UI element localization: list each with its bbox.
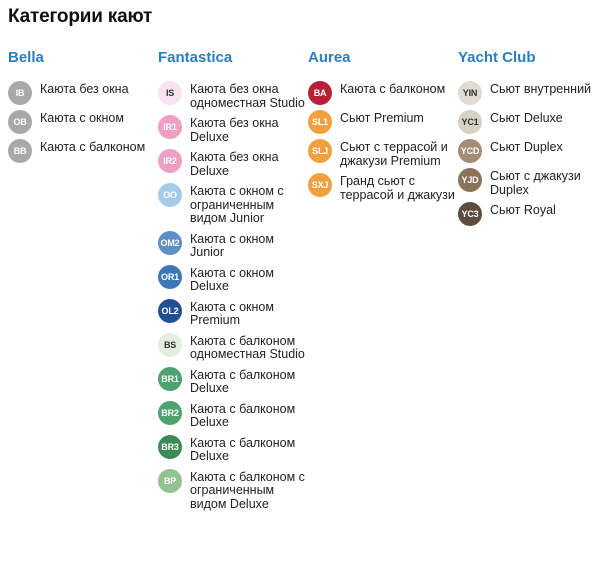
cabin-list: IS Каюта без окна одноместная Studio IR1 Ка… xyxy=(158,81,306,518)
cabin-category-item: BA Каюта с балконом xyxy=(308,81,456,105)
cabin-category-item: OR1 Каюта с окном Deluxe xyxy=(158,264,306,294)
category-code-badge: OR1 xyxy=(158,264,182,289)
category-label: Каюта с окном Premium xyxy=(190,299,274,327)
cabin-category-item: BR3 Каюта с балконом Deluxe xyxy=(158,434,306,464)
cabin-categories-panel: Категории кают Bella IB Каюта без окна OB К… xyxy=(0,0,604,580)
category-code-badge: BR2 xyxy=(158,400,182,425)
category-label: Каюта с окном с ограниченным видом Junio… xyxy=(190,184,284,225)
category-code-badge: BA xyxy=(308,81,332,105)
category-label: Каюта с балконом с ограниченным видом De… xyxy=(190,469,305,511)
category-code-badge: YJD xyxy=(458,168,482,192)
column-heading: Aurea xyxy=(308,49,351,66)
category-code-badge: BR1 xyxy=(158,366,182,391)
category-label: Сьют внутренний xyxy=(490,82,592,96)
category-label: Сьют Deluxe xyxy=(490,111,563,125)
cabin-category-item: BR1 Каюта с балконом Deluxe xyxy=(158,366,306,396)
category-label: Каюта с окном Junior xyxy=(190,231,274,259)
category-code-badge: YC3 xyxy=(458,202,482,226)
cabin-category-item: SXJ Гранд сьют с террасой и джакузи xyxy=(308,173,456,202)
category-code-badge: YC1 xyxy=(458,110,482,134)
cabin-category-item: OL2 Каюта с окном Premium xyxy=(158,298,306,328)
category-label: Сьют Premium xyxy=(340,111,424,125)
category-code-badge: YIN xyxy=(458,81,482,105)
category-label: Сьют с террасой и джакузи Premium xyxy=(340,140,448,168)
cabin-category-item: SL1 Сьют Premium xyxy=(308,110,456,134)
cabin-category-item: YC1 Сьют Deluxe xyxy=(458,110,604,134)
category-code-badge: BR3 xyxy=(158,434,182,459)
column-heading: Yacht Club xyxy=(458,49,536,66)
category-label: Каюта с балконом xyxy=(40,140,146,154)
category-code-badge: SLJ xyxy=(308,139,332,163)
category-code-badge: OM2 xyxy=(158,230,182,255)
cabin-category-item: OO Каюта с окном с ограниченным видом Jun… xyxy=(158,183,306,226)
category-label: Каюта без окна одноместная Studio xyxy=(190,82,305,110)
category-code-badge: BS xyxy=(158,332,182,357)
cabin-list: IB Каюта без окна OB Каюта с окном BB Каюта с… xyxy=(8,81,156,170)
column-fantastica: Fantastica IS Каюта без окна одноместная … xyxy=(158,48,306,518)
category-label: Каюта с балконом Deluxe xyxy=(190,367,296,395)
cabin-category-item: BP Каюта с балконом с ограниченным видом … xyxy=(158,468,306,512)
cabin-category-item: IS Каюта без окна одноместная Studio xyxy=(158,81,306,110)
category-label: Каюта с балконом одноместная Studio xyxy=(190,333,305,361)
category-code-badge: OO xyxy=(158,183,182,207)
column-yacht-club: Yacht Club YIN Сьют внутренний YC1 Сьют Del… xyxy=(458,48,604,233)
category-label: Каюта с балконом Deluxe xyxy=(190,401,296,429)
category-code-badge: SXJ xyxy=(308,173,332,197)
cabin-list: YIN Сьют внутренний YC1 Сьют Deluxe YCD Сьют … xyxy=(458,81,604,233)
cabin-category-item: OM2 Каюта с окном Junior xyxy=(158,230,306,260)
cabin-category-item: SLJ Сьют с террасой и джакузи Premium xyxy=(308,139,456,168)
category-label: Каюта с окном Deluxe xyxy=(190,265,274,293)
cabin-category-item: BB Каюта с балконом xyxy=(8,139,156,163)
cabin-category-item: YJD Сьют с джакузи Duplex xyxy=(458,168,604,197)
category-label: Гранд сьют с террасой и джакузи xyxy=(340,174,455,202)
category-label: Сьют Royal xyxy=(490,203,556,217)
category-label: Каюта без окна Deluxe xyxy=(190,116,279,144)
category-code-badge: OB xyxy=(8,110,32,134)
cabin-category-item: YC3 Сьют Royal xyxy=(458,202,604,226)
cabin-category-item: IB Каюта без окна xyxy=(8,81,156,105)
column-heading: Bella xyxy=(8,49,44,66)
category-label: Сьют Duplex xyxy=(490,140,563,154)
category-label: Каюта с балконом Deluxe xyxy=(190,435,296,463)
category-code-badge: SL1 xyxy=(308,110,332,134)
category-code-badge: BP xyxy=(158,468,182,493)
cabin-category-item: IR2 Каюта без окна Deluxe xyxy=(158,149,306,178)
category-code-badge: OL2 xyxy=(158,298,182,323)
category-code-badge: BB xyxy=(8,139,32,163)
column-aurea: Aurea BA Каюта с балконом SL1 Сьют Premium S… xyxy=(308,48,456,209)
cabin-category-item: YIN Сьют внутренний xyxy=(458,81,604,105)
category-code-badge: YCD xyxy=(458,139,482,163)
cabin-category-item: BR2 Каюта с балконом Deluxe xyxy=(158,400,306,430)
category-code-badge: IR1 xyxy=(158,115,182,139)
category-label: Каюта с балконом xyxy=(340,82,446,96)
category-label: Каюта с окном xyxy=(40,111,124,125)
column-heading: Fantastica xyxy=(158,49,233,66)
column-bella: Bella IB Каюта без окна OB Каюта с окном BB К… xyxy=(8,48,156,170)
cabin-category-item: YCD Сьют Duplex xyxy=(458,139,604,163)
category-label: Каюта без окна Deluxe xyxy=(190,150,279,178)
cabin-category-item: BS Каюта с балконом одноместная Studio xyxy=(158,332,306,362)
cabin-category-item: OB Каюта с окном xyxy=(8,110,156,134)
page-title: Категории кают xyxy=(8,6,153,27)
category-code-badge: IR2 xyxy=(158,149,182,173)
category-code-badge: IB xyxy=(8,81,32,105)
category-code-badge: IS xyxy=(158,81,182,105)
cabin-category-item: IR1 Каюта без окна Deluxe xyxy=(158,115,306,144)
cabin-list: BA Каюта с балконом SL1 Сьют Premium SLJ Сьют… xyxy=(308,81,456,209)
category-label: Каюта без окна xyxy=(40,82,129,96)
category-label: Сьют с джакузи Duplex xyxy=(490,169,581,197)
